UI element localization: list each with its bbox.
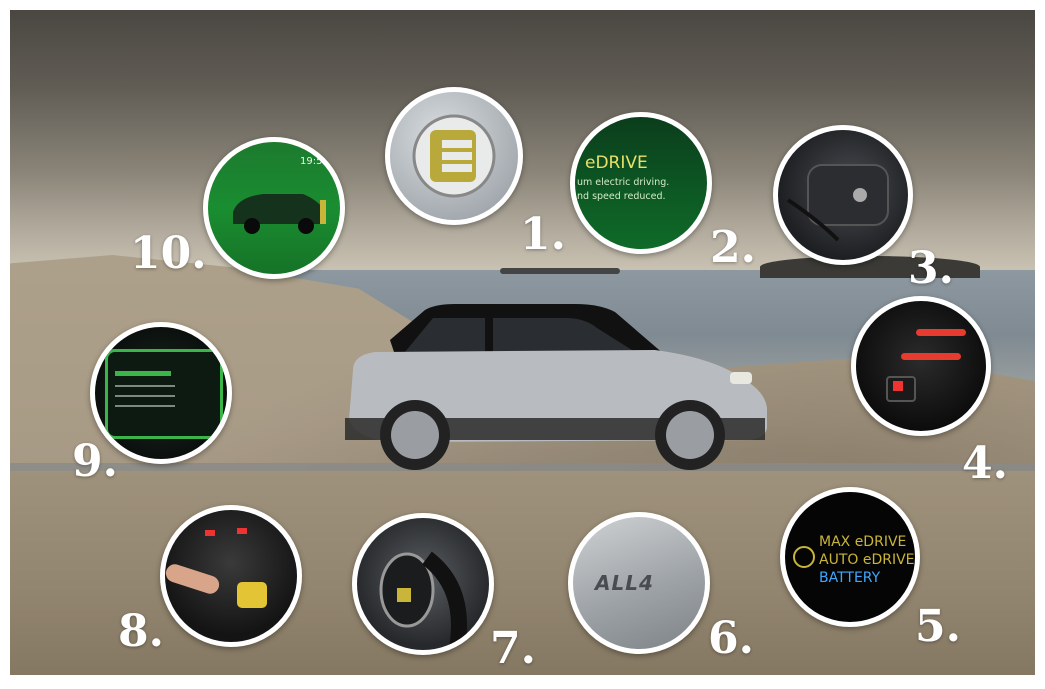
bubble-1-charge-port [385,87,523,225]
bubble-5-drive-modes: MAX eDRIVE AUTO eDRIVE BATTERY [780,487,920,627]
scene: 1. eDRIVE um electric driving. nd speed … [0,0,1045,689]
mode-auto-edrive: AUTO eDRIVE [819,552,915,568]
distant-ship [500,268,620,274]
edrive-plug-icon [412,114,496,198]
red-charge-indicator [893,381,903,391]
status-time: 19:59 [300,156,329,167]
bubble-7-charging-plug [352,513,494,655]
callout-number-1: 1. [520,209,566,260]
toggle-light-1 [205,530,215,536]
bubble-3-engine [773,125,913,265]
circular-display [105,349,223,439]
edrive-line-1: um electric driving. [577,177,670,188]
car-image [345,304,767,470]
finger [165,561,222,597]
mode-battery: BATTERY [819,570,881,586]
callout-number-2: 2. [710,222,756,273]
mode-max-edrive: MAX eDRIVE [819,534,907,550]
battery-plug-icon [793,546,815,568]
plug-image [379,551,467,650]
callout-number-3: 3. [908,243,954,294]
edrive-line-2: nd speed reduced. [577,191,666,202]
callout-number-8: 8. [118,606,164,657]
callout-number-9: 9. [72,436,118,487]
callout-number-4: 4. [962,438,1008,489]
callout-number-10: 10. [130,228,207,279]
light-bar-2 [901,353,961,360]
menu-line-2 [115,395,175,397]
bubble-2-edrive-display: eDRIVE um electric driving. nd speed red… [570,112,712,254]
bubble-6-all4-badge: ALL4 [568,512,710,654]
edrive-title: eDRIVE [585,153,648,173]
menu-line-3 [115,405,175,407]
light-bar-1 [916,329,966,336]
callout-number-5: 5. [915,601,961,652]
callout-number-6: 6. [708,613,754,664]
bubble-10-car-status-screen: 19:59 [203,137,345,279]
bubble-4-charge-button [851,296,991,436]
toggle-light-2 [237,528,247,534]
menu-line-1 [115,385,175,387]
bubble-8-toggle-switch [160,505,302,647]
callout-number-7: 7. [490,623,536,674]
all4-badge-text: ALL4 [595,571,654,595]
green-progress-bar [115,371,171,376]
engine-image [786,164,889,242]
key-fob [237,582,267,608]
